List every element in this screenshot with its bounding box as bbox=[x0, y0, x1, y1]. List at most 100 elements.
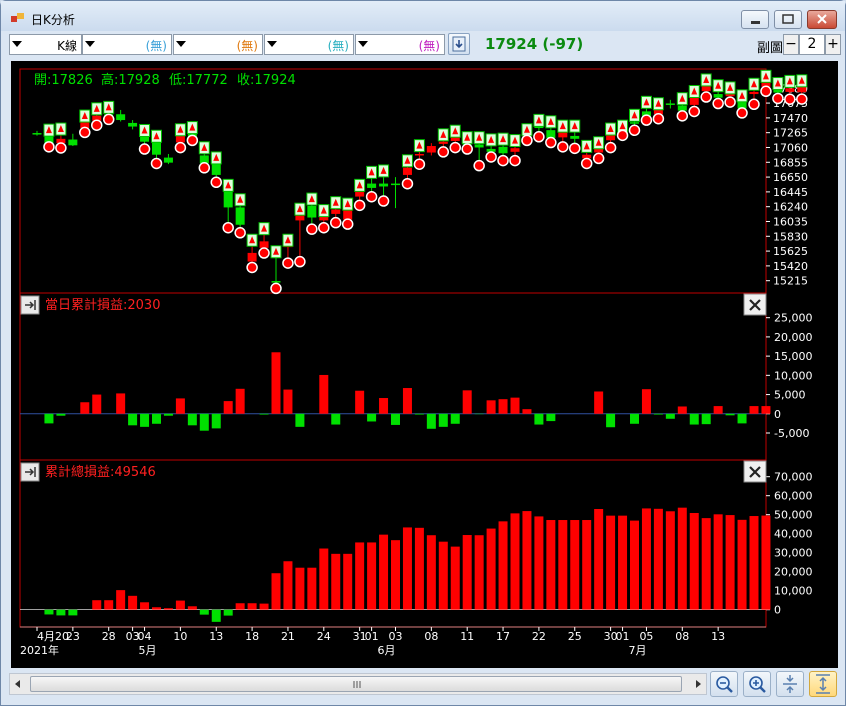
total-pnl-bar bbox=[235, 603, 245, 610]
x-tick-label: 01 bbox=[365, 630, 379, 643]
total-pnl-bar bbox=[259, 603, 269, 610]
maximize-button[interactable] bbox=[774, 10, 802, 29]
x-tick-label: 28 bbox=[102, 630, 116, 643]
candle bbox=[102, 100, 115, 126]
price-tick-label: 16855 bbox=[773, 156, 808, 169]
total-pnl-bar bbox=[152, 607, 161, 610]
daily-pnl-bar bbox=[534, 413, 544, 425]
sub-chart-increase-button[interactable]: + bbox=[825, 34, 841, 55]
sell-signal-marker bbox=[533, 131, 545, 143]
total-pnl-tick-label: 10,000 bbox=[774, 585, 813, 598]
scroll-thumb[interactable] bbox=[30, 676, 682, 692]
candle bbox=[640, 95, 653, 126]
chevron-down-icon bbox=[358, 41, 368, 47]
sell-signal-marker bbox=[580, 157, 593, 170]
total-pnl-series bbox=[44, 507, 771, 622]
candle bbox=[128, 120, 138, 130]
candle bbox=[413, 139, 426, 170]
daily-pnl-bar bbox=[175, 398, 185, 414]
candle bbox=[174, 123, 187, 154]
total-pnl-bar bbox=[199, 609, 209, 615]
x-tick-label: 08 bbox=[424, 630, 438, 643]
total-pnl-bar bbox=[606, 515, 616, 610]
chart-type-select[interactable]: K線 bbox=[9, 34, 82, 55]
candle bbox=[521, 123, 533, 147]
candle bbox=[43, 123, 55, 153]
sell-signal-marker bbox=[79, 126, 91, 139]
total-pnl-bar bbox=[247, 603, 257, 610]
sell-signal-marker bbox=[712, 97, 724, 110]
panel-frame bbox=[19, 292, 767, 461]
total-pnl-bar bbox=[534, 516, 544, 610]
total-pnl-bar bbox=[546, 520, 556, 610]
total-pnl-bar bbox=[319, 548, 329, 610]
chart-svg: 1788017675174701726517060168551665016445… bbox=[19, 68, 813, 657]
chart-type-value: K線 bbox=[57, 39, 77, 53]
indicator-select-2[interactable]: (無) bbox=[173, 34, 263, 55]
daily-pnl-bar bbox=[725, 413, 735, 416]
candle bbox=[461, 131, 473, 155]
minimize-button[interactable] bbox=[741, 10, 769, 29]
compress-vertical-button[interactable] bbox=[776, 671, 804, 697]
total-pnl-bar bbox=[402, 527, 412, 610]
zoom-in-button[interactable] bbox=[743, 671, 771, 697]
candle bbox=[772, 77, 784, 105]
daily-pnl-bar bbox=[701, 413, 711, 425]
total-pnl-bar bbox=[594, 509, 604, 610]
sub-chart-count[interactable]: 2 bbox=[799, 34, 825, 55]
sell-signal-marker bbox=[784, 93, 796, 105]
daily-pnl-series bbox=[44, 352, 771, 431]
daily-pnl-bar bbox=[116, 393, 126, 414]
last-price: 17924 (-97) bbox=[485, 35, 584, 53]
daily-pnl-bar bbox=[450, 413, 460, 424]
zoom-out-icon bbox=[716, 676, 733, 693]
daily-pnl-bar bbox=[152, 413, 161, 424]
scroll-left-icon[interactable] bbox=[13, 679, 23, 689]
indicator-select-3[interactable]: (無) bbox=[264, 34, 354, 55]
zoom-out-button[interactable] bbox=[710, 671, 738, 697]
daily-pnl-bar bbox=[271, 352, 281, 414]
sell-signal-marker bbox=[473, 159, 485, 172]
total-pnl-bar bbox=[522, 511, 532, 610]
daily-pnl-bar bbox=[594, 391, 604, 414]
total-pnl-bar bbox=[438, 541, 448, 610]
sell-signal-marker bbox=[640, 114, 653, 126]
indicator-value-3: (無) bbox=[327, 39, 349, 53]
chevron-down-icon bbox=[267, 41, 277, 47]
total-pnl-bar bbox=[498, 521, 508, 610]
horizontal-scrollbar[interactable] bbox=[9, 673, 707, 695]
daily-pnl-bar bbox=[140, 413, 150, 427]
x-tick-label: 03 bbox=[389, 630, 403, 643]
sell-signal-marker bbox=[341, 218, 354, 230]
price-tick-label: 15215 bbox=[773, 275, 808, 288]
sell-signal-marker bbox=[138, 143, 151, 155]
x-period-label: 6月 bbox=[378, 644, 396, 657]
daily-pnl-bar bbox=[761, 406, 771, 414]
total-pnl-bar bbox=[367, 542, 377, 610]
x-tick-label: 08 bbox=[675, 630, 689, 643]
x-tick-label: 21 bbox=[281, 630, 295, 643]
sub-chart-decrease-button[interactable]: − bbox=[783, 34, 799, 55]
sell-signal-marker bbox=[676, 110, 689, 122]
daily-pnl-bar bbox=[367, 413, 377, 422]
close-button[interactable] bbox=[807, 10, 837, 29]
indicator-select-1[interactable]: (無) bbox=[82, 34, 172, 55]
scroll-right-icon[interactable] bbox=[694, 679, 704, 689]
price-tick-label: 17265 bbox=[773, 127, 808, 140]
x-tick-label: 01 bbox=[616, 630, 630, 643]
price-close: 收:17924 bbox=[237, 73, 296, 88]
daily-pnl-bar bbox=[713, 406, 723, 414]
total-pnl-bar bbox=[713, 514, 723, 610]
candle bbox=[604, 122, 617, 154]
total-pnl-bar bbox=[355, 542, 365, 610]
total-pnl-bar bbox=[570, 520, 580, 610]
sell-signal-marker bbox=[318, 221, 330, 234]
candle bbox=[724, 81, 736, 108]
candle bbox=[270, 245, 282, 295]
export-button[interactable] bbox=[448, 33, 470, 55]
total-pnl-bar bbox=[582, 520, 592, 610]
daily-pnl-bar bbox=[319, 374, 329, 414]
indicator-select-4[interactable]: (無) bbox=[355, 34, 445, 55]
chart-area[interactable]: 1788017675174701726517060168551665016445… bbox=[11, 61, 838, 668]
expand-vertical-button[interactable] bbox=[809, 671, 837, 697]
